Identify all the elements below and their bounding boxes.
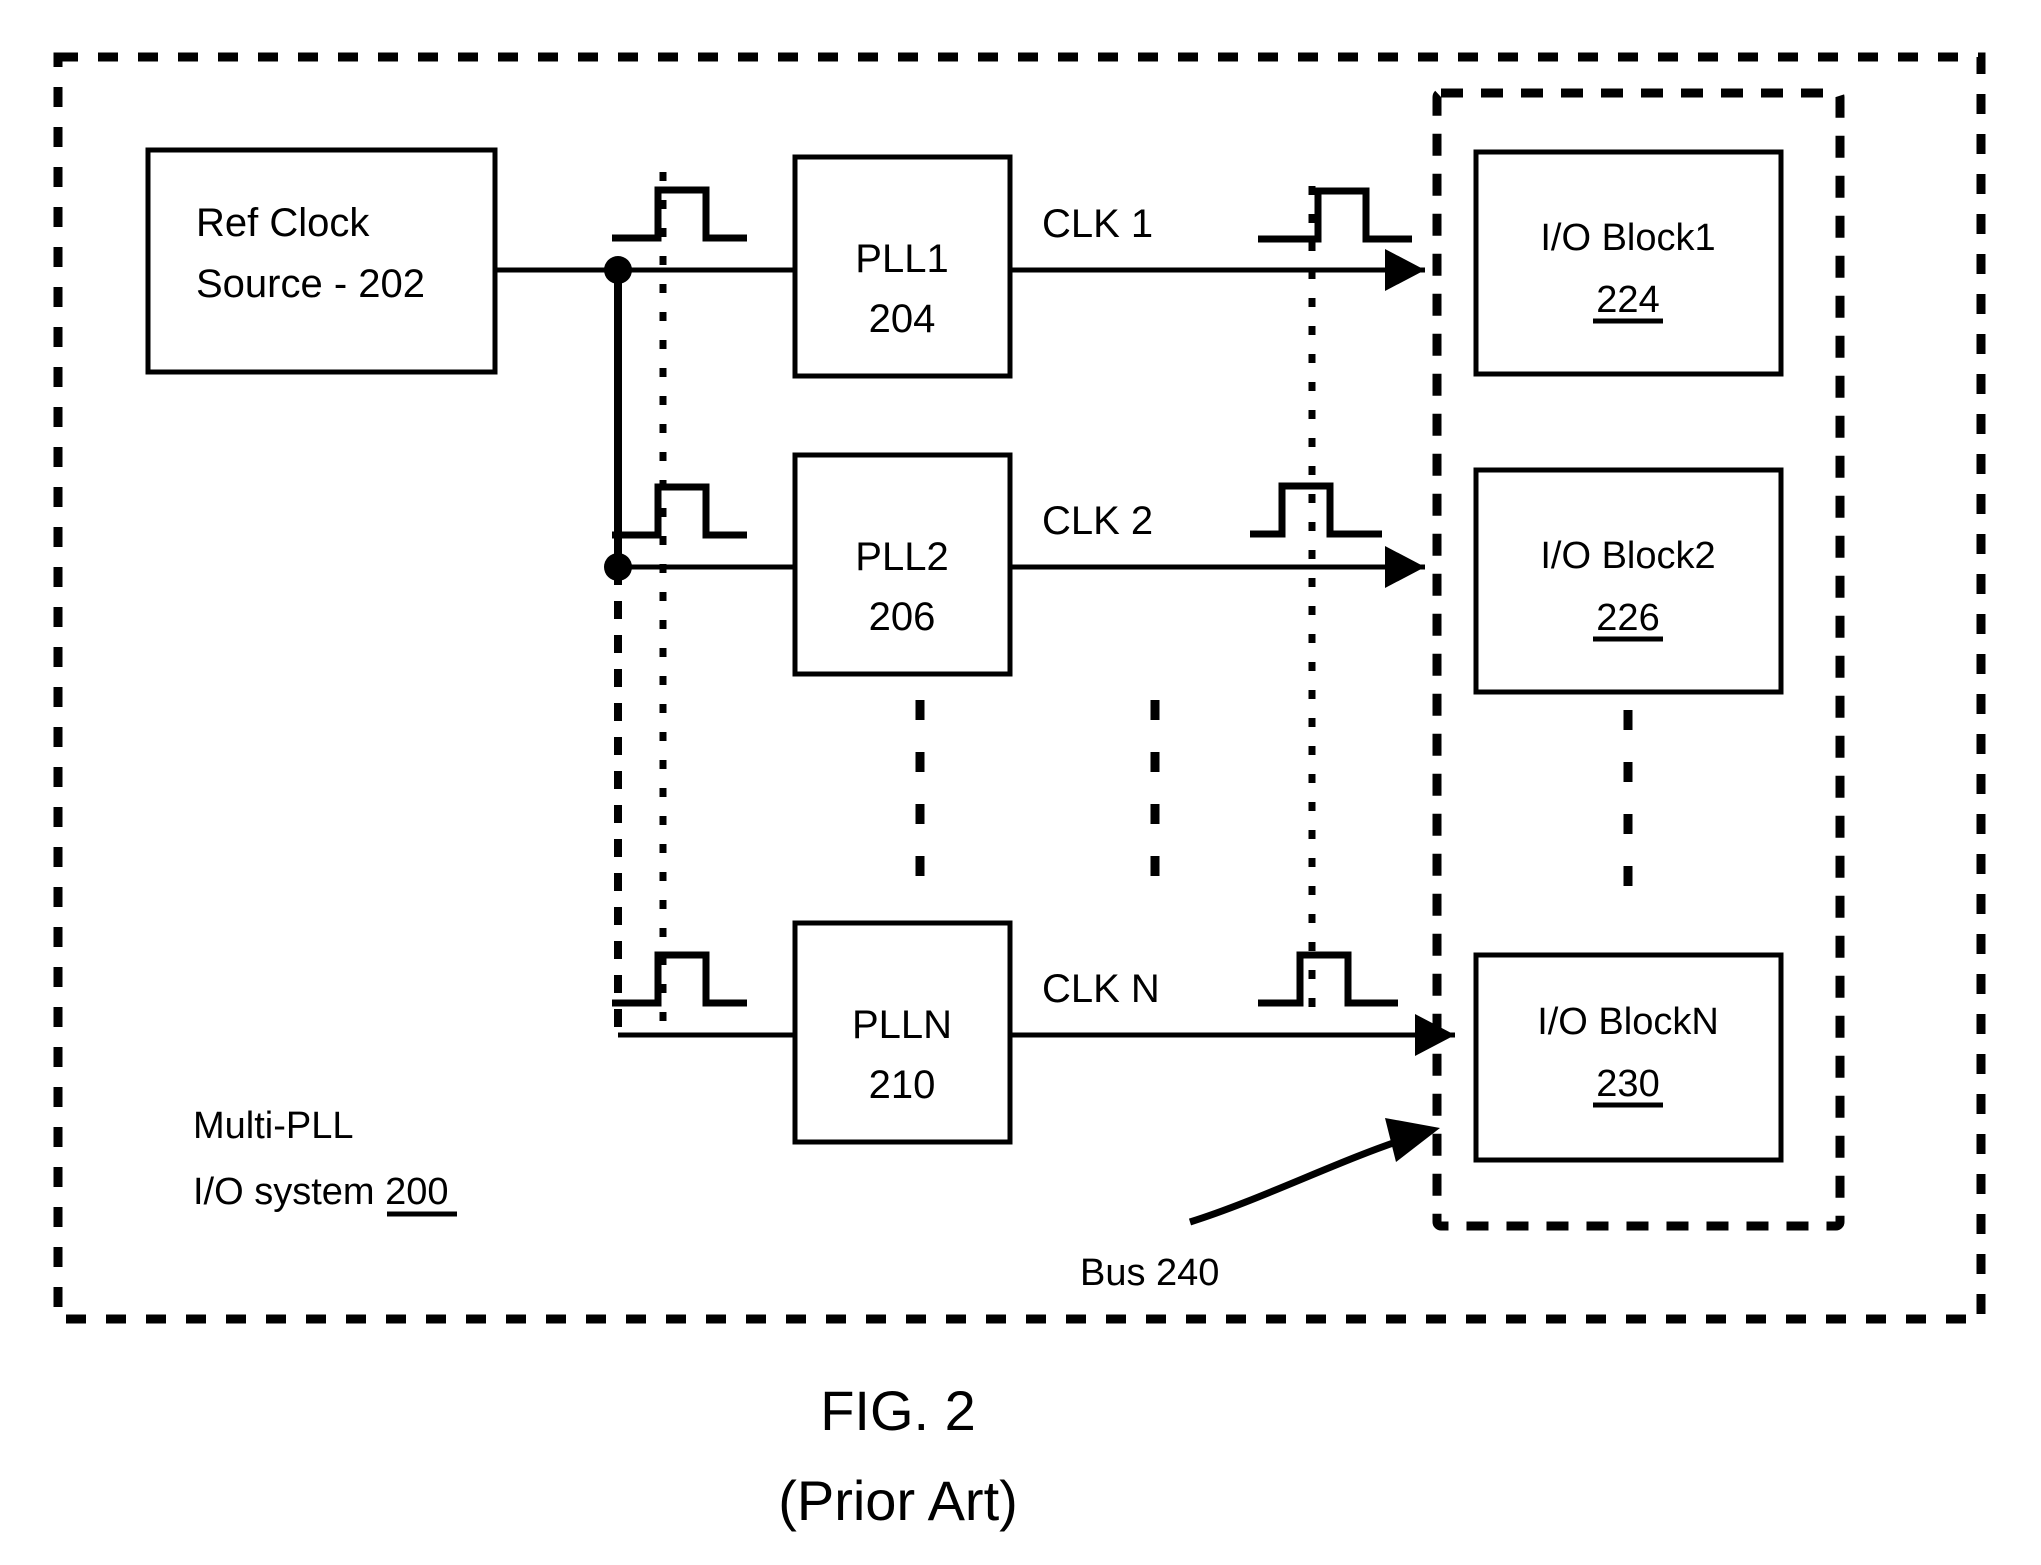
io-block1-box — [1473, 149, 1784, 377]
clkn-waveform — [1258, 951, 1398, 1007]
figure-page: Ref Clock Source - 202 PLL1 204 PLL2 206 — [0, 0, 2041, 1565]
pll1-ref: 204 — [869, 297, 936, 341]
figure-canvas: Ref Clock Source - 202 PLL1 204 PLL2 206 — [53, 52, 1986, 1532]
bus-label: Bus 240 — [1080, 1252, 1219, 1294]
clk1-waveform — [1258, 187, 1412, 243]
pll1-name: PLL1 — [855, 237, 948, 281]
ref-clock-source-box — [145, 147, 498, 375]
clk2-arrowhead — [1385, 546, 1425, 588]
clk2-waveform — [1250, 482, 1382, 538]
clk2-label: CLK 2 — [1042, 499, 1153, 543]
clk1-label: CLK 1 — [1042, 202, 1153, 246]
io-blockn-ref: 230 — [1596, 1063, 1659, 1105]
io-block2-ref: 226 — [1596, 597, 1659, 639]
clkn-label: CLK N — [1042, 967, 1160, 1011]
ref-waveform-n — [612, 951, 747, 1007]
pll2-ref: 206 — [869, 595, 936, 639]
system-name-line1: Multi-PLL — [193, 1105, 354, 1147]
io-block1-name: I/O Block1 — [1540, 217, 1715, 259]
io-blockn-box — [1473, 952, 1784, 1163]
bus-callout-arrow — [1188, 1134, 1410, 1226]
io-block2-name: I/O Block2 — [1540, 535, 1715, 577]
plln-ref: 210 — [869, 1063, 936, 1107]
junction-dot-1 — [604, 256, 632, 284]
system-name-line2-text: I/O system — [193, 1171, 385, 1213]
io-block1-ref: 224 — [1596, 279, 1659, 321]
ref-clock-source-line1: Ref Clock — [196, 201, 370, 245]
clk1-arrowhead — [1385, 249, 1425, 291]
system-name-line2-ref: 200 — [385, 1171, 448, 1213]
ref-waveform-1 — [612, 186, 747, 242]
bus-callout-arrowhead — [1385, 1118, 1440, 1162]
io-block2-box — [1473, 467, 1784, 695]
system-name-line2: I/O system 200 — [193, 1171, 449, 1213]
figure-caption-line2: (Prior Art) — [778, 1469, 1018, 1532]
io-blockn-name: I/O BlockN — [1537, 1001, 1719, 1043]
ref-clock-source-line2: Source - 202 — [196, 262, 425, 306]
figure-caption-line1: FIG. 2 — [820, 1379, 976, 1442]
junction-dot-2 — [604, 553, 632, 581]
ref-waveform-2 — [612, 483, 747, 539]
pll2-name: PLL2 — [855, 535, 948, 579]
plln-name: PLLN — [852, 1003, 952, 1047]
